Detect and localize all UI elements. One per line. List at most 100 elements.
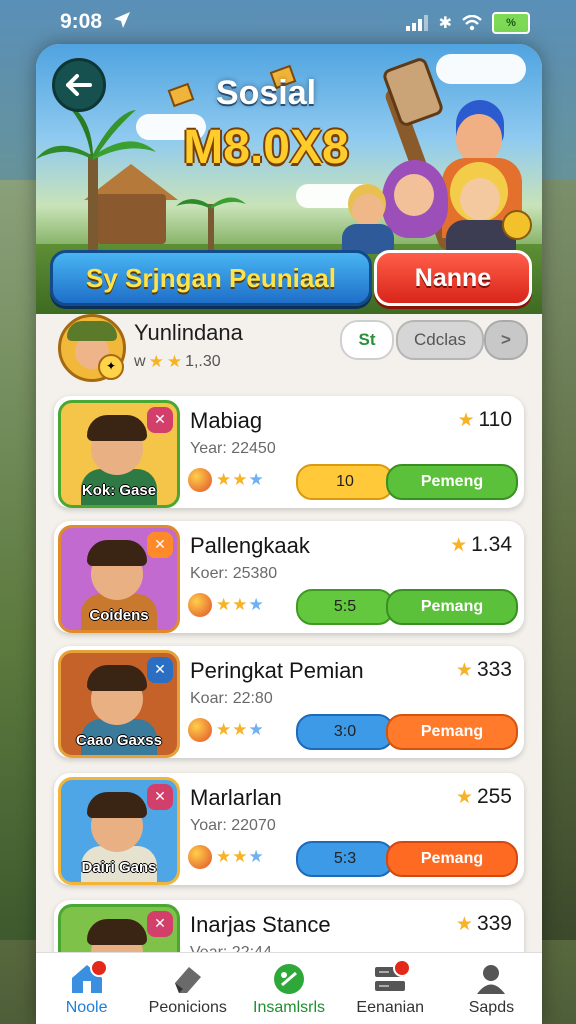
play-button[interactable]: Pemeng [386, 464, 518, 500]
star-icon: ★ [232, 595, 248, 615]
background-left [0, 180, 40, 940]
eraser-icon [171, 963, 205, 995]
leaf-icon [272, 963, 306, 995]
item-score: ★ 255 [455, 785, 512, 808]
location-arrow-icon [113, 12, 130, 28]
item-score: ★ 1.34 [450, 533, 512, 556]
play-button[interactable]: Pemang [386, 589, 518, 625]
thumbnail-caption: Coidens [89, 607, 149, 624]
score-button[interactable]: 10 [296, 464, 394, 500]
next-button[interactable]: > [484, 320, 528, 360]
item-icons: ★ ★ ★ [188, 468, 264, 492]
tab-home[interactable]: Noole [36, 953, 137, 1024]
gift-icon [188, 468, 212, 492]
gift-icon [188, 718, 212, 742]
item-score: ★ 333 [455, 658, 512, 681]
server-icon [373, 959, 412, 995]
tab-peonicions[interactable]: Peonicions [137, 953, 238, 1024]
wifi-icon [462, 15, 482, 31]
star-icon: ★ [248, 595, 264, 615]
score-button[interactable]: 3:0 [296, 714, 394, 750]
list-item[interactable]: ✕ Dairi Gans Marlarlan Yoar: 22070 ★ 255 … [54, 773, 524, 885]
star-icon: ★ [148, 352, 164, 371]
battery-icon: % [492, 12, 530, 34]
item-icons: ★ ★ ★ [188, 718, 264, 742]
star-icon: ★ [455, 660, 473, 681]
hero-banner: Sosial M8.0X8 Sy Srjngan Peuniaal Nanne [36, 44, 542, 314]
bottom-tab-bar: Noole Peonicions Insamlsrls Eenanian Sap… [36, 952, 542, 1024]
item-icons: ★ ★ ★ [188, 593, 264, 617]
profile-meta: w ★ ★ 1,.30 [134, 352, 221, 371]
close-icon[interactable]: ✕ [147, 911, 173, 937]
bluetooth-icon: ✱ [438, 15, 452, 32]
leaderboard-card: Sosial M8.0X8 Sy Srjngan Peuniaal Nanne [36, 44, 542, 1024]
item-title: Peringkat Pemian [190, 658, 364, 683]
game-thumbnail[interactable]: ✕ Coidens [58, 525, 180, 633]
thumbnail-caption: Caao Gaxss [76, 732, 162, 749]
star-icon: ★ [248, 720, 264, 740]
item-title: Marlarlan [190, 785, 282, 810]
level-badge-icon: ✦ [98, 354, 124, 380]
star-icon: ★ [166, 352, 183, 371]
item-year: Year: 22450 [190, 440, 276, 457]
background-right [540, 180, 576, 940]
game-thumbnail[interactable]: ✕ Kok: Gase [58, 400, 180, 508]
close-icon[interactable]: ✕ [147, 657, 173, 683]
star-icon: ★ [248, 470, 264, 490]
game-thumbnail[interactable]: ✕ Dairi Gans [58, 777, 180, 885]
coin-icon [502, 210, 532, 240]
star-icon: ★ [216, 720, 232, 740]
item-title: Inarjas Stance [190, 912, 331, 937]
close-icon[interactable]: ✕ [147, 407, 173, 433]
profile-row: ✦ Yunlindana w ★ ★ 1,.30 St Cdclas > [56, 310, 528, 386]
item-year: Koar: 22:80 [190, 690, 273, 707]
filter-st-button[interactable]: St [340, 320, 394, 360]
thumbnail-caption: Kok: Gase [81, 482, 157, 499]
star-icon: ★ [457, 410, 475, 431]
notification-badge [89, 959, 108, 977]
signal-icon [405, 15, 428, 31]
item-title: Mabiag [190, 408, 263, 433]
star-icon: ★ [232, 720, 248, 740]
filter-class-button[interactable]: Cdclas [396, 320, 484, 360]
tab-eenanian[interactable]: Eenanian [340, 953, 441, 1024]
star-icon: ★ [455, 914, 473, 935]
item-score: ★ 110 [457, 408, 512, 431]
star-icon: ★ [455, 787, 473, 808]
score-button[interactable]: 5:5 [296, 589, 394, 625]
notification-badge [393, 959, 412, 977]
item-score: ★ 339 [455, 912, 512, 935]
list-item[interactable]: ✕ Kok: Gase Mabiag Year: 22450 ★ 110 ★ ★ … [54, 396, 524, 508]
tab-sapds[interactable]: Sapds [441, 953, 542, 1024]
star-icon: ★ [248, 847, 264, 867]
star-icon: ★ [216, 470, 232, 490]
user-icon [474, 963, 508, 995]
status-bar: 9:08 ✱ % [0, 0, 576, 44]
play-button[interactable]: Pemang [386, 714, 518, 750]
close-icon[interactable]: ✕ [147, 784, 173, 810]
thumbnail-caption: Dairi Gans [81, 859, 157, 876]
close-icon[interactable]: ✕ [147, 532, 173, 558]
status-time: 9:08 [60, 10, 132, 34]
item-year: Yoar: 22070 [190, 817, 276, 834]
tab-insamlsrls[interactable]: Insamlsrls [238, 953, 339, 1024]
star-icon: ★ [450, 535, 468, 556]
status-icons: ✱ % [405, 12, 530, 34]
item-title: Pallengkaak [190, 533, 310, 558]
profile-name: Yunlindana [134, 320, 243, 345]
home-icon [70, 959, 108, 995]
star-icon: ★ [232, 470, 248, 490]
play-button[interactable]: Pemang [386, 841, 518, 877]
list-item[interactable]: ✕ Caao Gaxss Peringkat Pemian Koar: 22:8… [54, 646, 524, 758]
item-year: Koer: 25380 [190, 565, 278, 582]
star-icon: ★ [216, 595, 232, 615]
star-icon: ★ [216, 847, 232, 867]
list-item[interactable]: ✕ Coidens Pallengkaak Koer: 25380 ★ 1.34 … [54, 521, 524, 633]
name-button[interactable]: Nanne [374, 250, 532, 306]
score-button[interactable]: 5:3 [296, 841, 394, 877]
gift-icon [188, 593, 212, 617]
star-icon: ★ [232, 847, 248, 867]
ranking-button[interactable]: Sy Srjngan Peuniaal [50, 250, 372, 306]
gift-icon [188, 845, 212, 869]
game-thumbnail[interactable]: ✕ Caao Gaxss [58, 650, 180, 758]
